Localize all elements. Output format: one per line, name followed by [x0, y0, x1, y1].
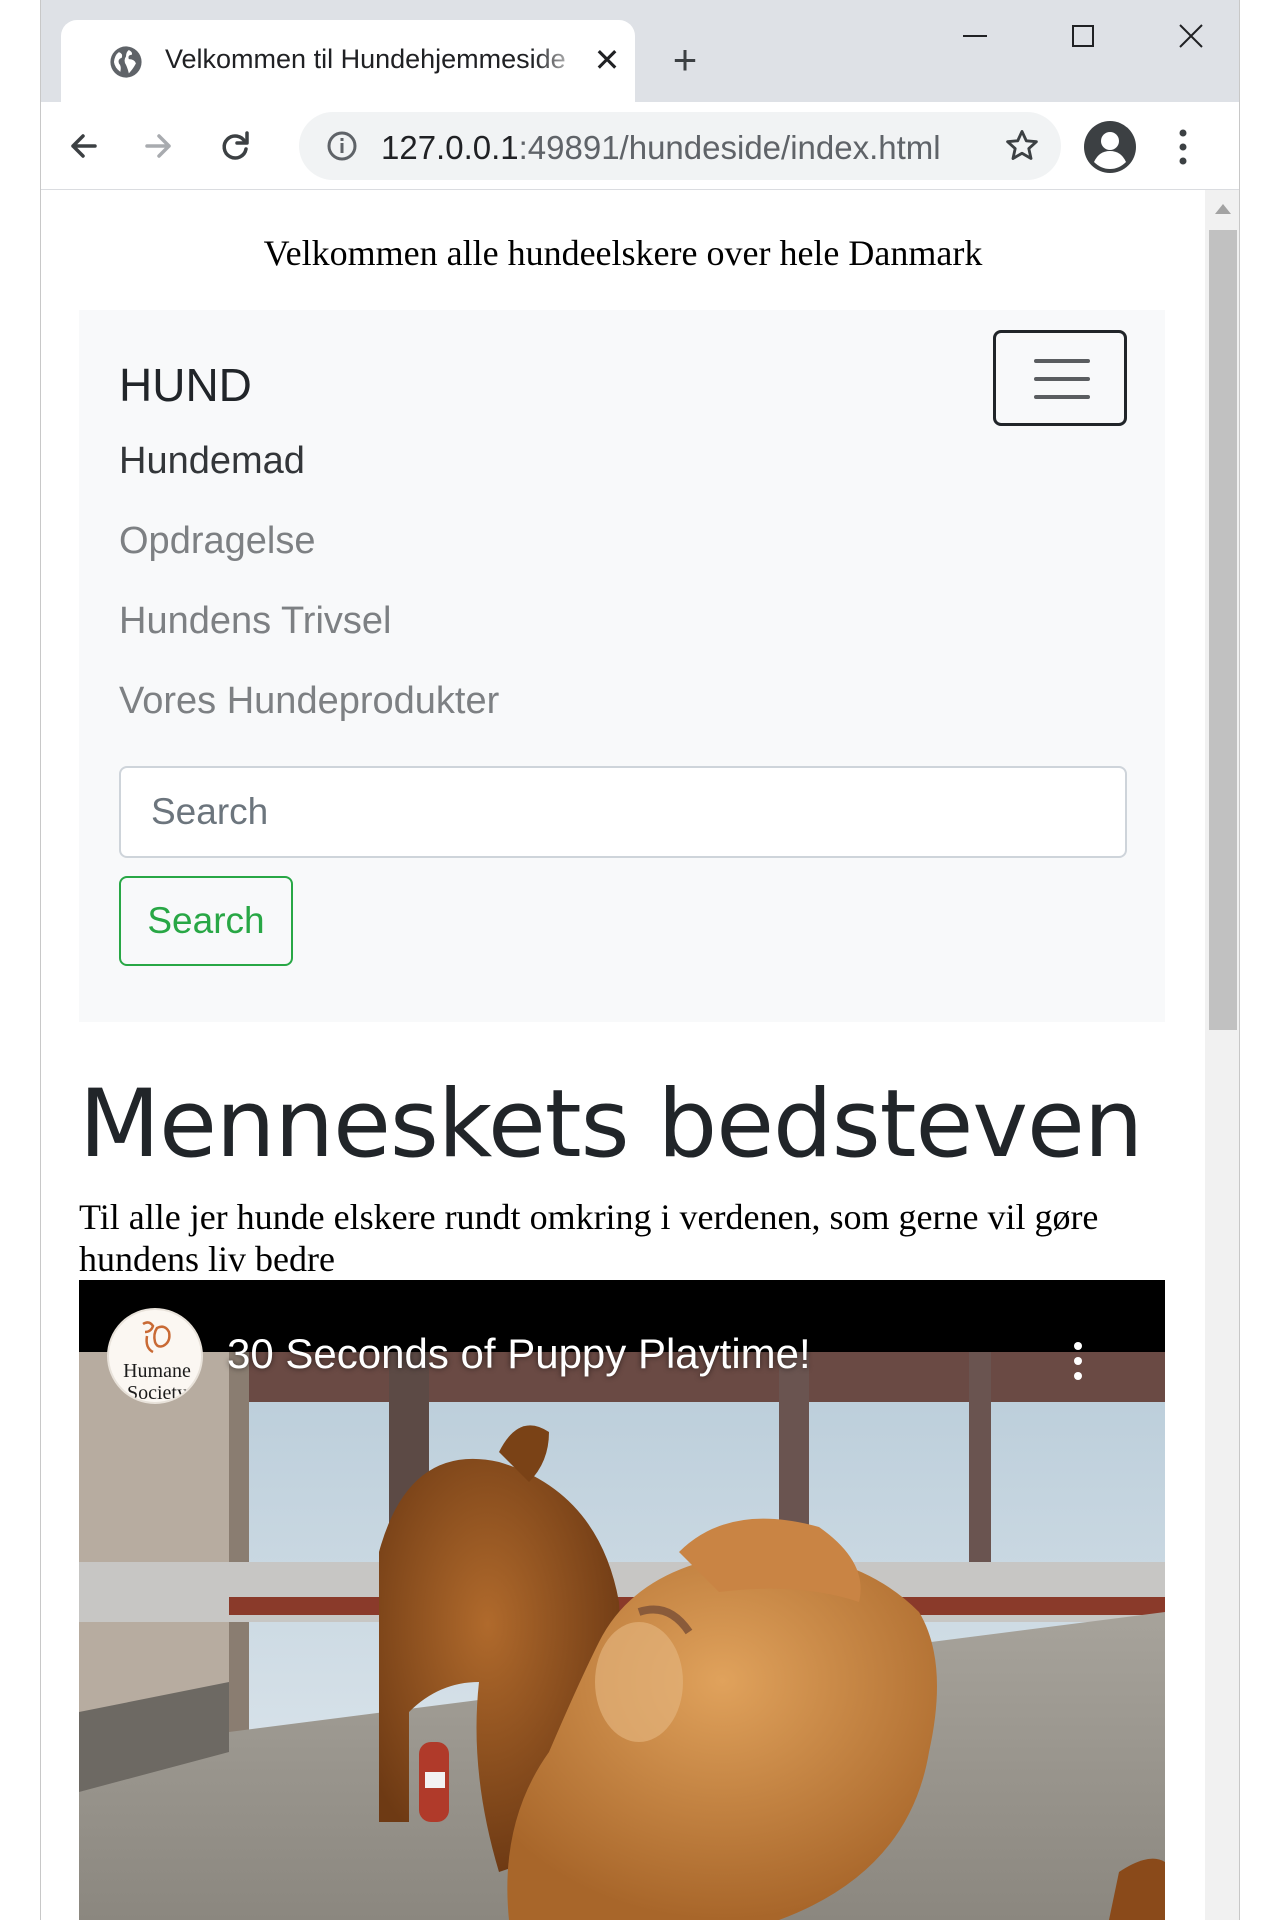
bookmark-star-icon[interactable]: [1003, 127, 1041, 165]
navbar: HUND Hundemad Opdragelse Hundens Trivsel…: [79, 310, 1165, 1022]
minimize-icon[interactable]: [953, 14, 997, 58]
puppies-video-frame[interactable]: [79, 1352, 1165, 1920]
kebab-menu-icon[interactable]: [1165, 124, 1201, 170]
new-tab-icon[interactable]: +: [663, 38, 707, 82]
humane-society-logo-icon: [142, 1321, 171, 1354]
search-button[interactable]: Search: [119, 876, 293, 966]
title-bar: Velkommen til Hundehjemmeside ✕ +: [41, 0, 1239, 102]
tab-close-icon[interactable]: ✕: [589, 42, 625, 78]
page-heading: Menneskets bedsteven: [79, 1070, 1143, 1179]
nav-link-vores-hundeprodukter[interactable]: Vores Hundeprodukter: [119, 680, 499, 723]
url-path: :49891/hundeside/index.html: [518, 129, 941, 166]
hamburger-line: [1034, 377, 1090, 381]
url-host: 127.0.0.1: [381, 129, 519, 166]
scroll-thumb[interactable]: [1209, 230, 1237, 1030]
profile-avatar-icon[interactable]: [1083, 120, 1137, 174]
nav-link-hundemad[interactable]: Hundemad: [119, 440, 305, 483]
nav-link-hundens-trivsel[interactable]: Hundens Trivsel: [119, 600, 391, 643]
video-title[interactable]: 30 Seconds of Puppy Playtime!: [227, 1330, 811, 1378]
hamburger-line: [1034, 359, 1090, 363]
forward-arrow-icon[interactable]: [135, 122, 183, 170]
info-icon[interactable]: [325, 129, 359, 163]
back-arrow-icon[interactable]: [59, 122, 107, 170]
hamburger-line: [1034, 395, 1090, 399]
welcome-text: Velkommen alle hundeelskere over hele Da…: [263, 233, 983, 273]
channel-logo-text: Humane Society: [123, 1360, 191, 1404]
address-bar[interactable]: 127.0.0.1:49891/hundeside/index.html: [299, 112, 1061, 180]
url-text: 127.0.0.1:49891/hundeside/index.html: [381, 129, 941, 167]
page-scrollbar[interactable]: [1205, 190, 1239, 1920]
browser-tab[interactable]: Velkommen til Hundehjemmeside ✕: [61, 20, 635, 102]
page-viewport: Velkommen alle hundeelskere over hele Da…: [41, 190, 1205, 1920]
globe-icon: [110, 46, 142, 78]
reload-icon[interactable]: [211, 122, 259, 170]
video-more-icon[interactable]: [1063, 1336, 1093, 1386]
channel-logo[interactable]: Humane Society: [107, 1308, 203, 1404]
embedded-video[interactable]: Humane Society 30 Seconds of Puppy Playt…: [79, 1280, 1165, 1920]
scroll-up-arrow-icon[interactable]: [1215, 204, 1231, 214]
nav-link-opdragelse[interactable]: Opdragelse: [119, 520, 315, 563]
lead-paragraph: Til alle jer hunde elskere rundt omkring…: [79, 1197, 1099, 1279]
navbar-brand[interactable]: HUND: [119, 358, 252, 412]
window-close-icon[interactable]: [1169, 14, 1213, 58]
maximize-icon[interactable]: [1061, 14, 1105, 58]
tab-title: Velkommen til Hundehjemmeside: [165, 44, 566, 74]
search-input[interactable]: Search: [119, 766, 1127, 858]
navbar-toggler-button[interactable]: [993, 330, 1127, 426]
browser-window: Velkommen til Hundehjemmeside ✕ + 127.0.…: [40, 0, 1240, 1920]
browser-toolbar: 127.0.0.1:49891/hundeside/index.html: [41, 102, 1239, 190]
